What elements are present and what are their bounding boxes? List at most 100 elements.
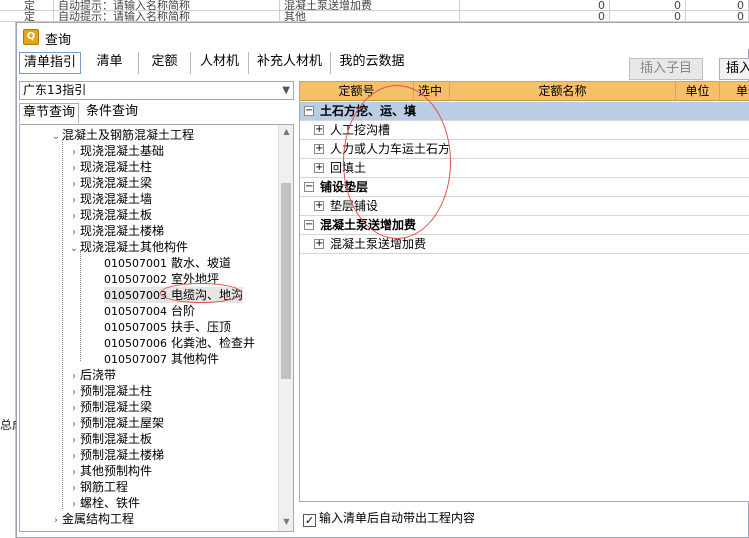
chapter-tree: ⌄ 混凝土及钢筋混凝土工程 › 现浇混凝土基础 › 现浇混凝土柱 › 现浇混凝土梁 › 现… (19, 124, 294, 532)
tree-node[interactable]: › 预制混凝土梁 (68, 399, 152, 415)
query-dialog: Q 查询 清单指引 清单 定额 人材机 补充人材机 我的云数据 插入子目 插入 … (16, 22, 749, 538)
tree-node[interactable]: › 现浇混凝土墙 (68, 191, 152, 207)
tree-leaf[interactable]: 010507006 化粪池、检查井 (104, 335, 255, 351)
scroll-down-icon[interactable]: ▼ (279, 517, 293, 526)
expand-icon[interactable]: + (314, 163, 324, 173)
tree-node[interactable]: › 预制混凝土柱 (68, 383, 152, 399)
col-unit[interactable]: 单位 (676, 82, 720, 101)
chevron-down-icon[interactable]: ▼ (282, 82, 290, 99)
left-subtabs: 章节查询 条件查询 (19, 103, 294, 123)
tree-node[interactable]: › 其他预制构件 (68, 463, 152, 479)
tree-leaf-label: 扶手、压顶 (171, 320, 232, 334)
background-row: 定 自动提示：请输入名称简称 其他 0 0 0 (0, 11, 749, 22)
scrollbar-thumb[interactable] (281, 183, 291, 379)
collapse-icon[interactable]: − (304, 182, 314, 192)
tree-leaf[interactable]: 010507007 其他构件 (104, 351, 219, 367)
row-value-cell: 0 (686, 0, 749, 10)
chevron-down-icon[interactable]: ⌄ (50, 129, 62, 145)
tree-leaf[interactable]: 010507004 台阶 (104, 303, 195, 319)
tree-node[interactable]: › 现浇混凝土基础 (68, 143, 164, 159)
tree-node[interactable]: › 现浇混凝土楼梯 (68, 223, 164, 239)
row-value-cell: 0 (610, 11, 686, 21)
tree-node-label: 预制混凝土屋架 (80, 416, 165, 430)
insert-button[interactable]: 插入 (719, 58, 749, 80)
tree-node-label: 后浇带 (80, 368, 117, 382)
row-value-cell: 0 (460, 11, 610, 21)
tree-node[interactable]: › 现浇混凝土柱 (68, 159, 152, 175)
guide-library-value: 广东13指引 (23, 83, 87, 97)
tree-leaf-label: 其他构件 (171, 352, 220, 366)
tree-leaf-label: 化粪池、检查井 (171, 336, 256, 350)
col-unit-price[interactable]: 单价 (720, 82, 749, 101)
tree-node-label: 现浇混凝土其他构件 (80, 240, 189, 254)
background-left-strip (0, 22, 16, 538)
tree-leaf[interactable]: 010507005 扶手、压顶 (104, 319, 231, 335)
tree-leaf-label: 台阶 (171, 304, 196, 318)
tree-node-label: 现浇混凝土墙 (80, 192, 153, 206)
dialog-titlebar[interactable]: Q 查询 (17, 23, 749, 49)
scroll-up-icon[interactable]: ▲ (279, 127, 293, 136)
row-desc-cell: 混凝土泵送增加费 (280, 0, 460, 10)
chevron-right-icon[interactable]: › (50, 513, 62, 529)
tab-cloud-data[interactable]: 我的云数据 (331, 52, 413, 74)
tree-guide-line (80, 251, 81, 361)
tree-node-label: 现浇混凝土板 (80, 208, 153, 222)
tree-node[interactable]: › 后浇带 (68, 367, 116, 383)
tree-node[interactable]: › 金属结构工程 (50, 511, 134, 527)
tab-supplement[interactable]: 补充人材机 (249, 52, 331, 74)
chevron-down-icon[interactable]: ⌄ (68, 241, 80, 257)
tab-labor-material[interactable]: 人材机 (191, 52, 249, 74)
row-type-cell: 定 (20, 11, 54, 21)
collapse-icon[interactable]: − (304, 220, 314, 230)
tree-node-label: 其他预制构件 (80, 464, 153, 478)
tree-node-label: 钢筋工程 (80, 480, 129, 494)
tree-node[interactable]: › 预制混凝土板 (68, 431, 152, 447)
tab-list-guide[interactable]: 清单指引 (19, 52, 81, 74)
tree-leaf-code: 010507006 (104, 337, 167, 350)
tree-node[interactable]: › 钢筋工程 (68, 479, 128, 495)
tree-node-label: 螺栓、铁件 (80, 496, 141, 510)
tree-node[interactable]: › 现浇混凝土板 (68, 207, 152, 223)
tab-quota[interactable]: 定额 (139, 52, 191, 74)
tree-node-label: 预制混凝土柱 (80, 384, 153, 398)
tree-node-label: 混凝土及钢筋混凝土工程 (62, 128, 195, 142)
expand-icon[interactable]: + (314, 239, 324, 249)
tree-node[interactable]: ⌄ 混凝土及钢筋混凝土工程 (50, 127, 194, 143)
app-icon: Q (23, 29, 39, 45)
annotation-ellipse (160, 283, 242, 303)
tree-node[interactable]: › 预制混凝土楼梯 (68, 447, 164, 463)
dialog-title: 查询 (45, 33, 72, 48)
row-desc-cell: 其他 (280, 11, 460, 21)
col-quota-name[interactable]: 定额名称 (450, 82, 676, 101)
grid-item-row[interactable]: + 混凝土泵送增加费 (300, 235, 749, 254)
tree-leaf[interactable]: 010507001 散水、坡道 (104, 255, 231, 271)
row-name-cell: 自动提示：请输入名称简称 (54, 0, 280, 10)
checkmark-icon[interactable]: ✓ (303, 514, 316, 527)
insert-subitem-button[interactable]: 插入子目 (629, 58, 703, 80)
item-label: 混凝土泵送增加费 (330, 237, 427, 251)
tree-node[interactable]: ⌄ 现浇混凝土其他构件 (68, 239, 188, 255)
expand-icon[interactable]: + (314, 201, 324, 211)
tab-list[interactable]: 清单 (81, 52, 139, 74)
row-value-cell: 0 (460, 0, 610, 10)
guide-library-select[interactable]: 广东13指引 ▼ (19, 81, 294, 100)
tab-condition-query[interactable]: 条件查询 (81, 103, 143, 123)
background-row: 定 自动提示：请输入名称简称 混凝土泵送增加费 0 0 0 (0, 0, 749, 11)
tree-leaf-code: 010507007 (104, 353, 167, 366)
tree-node[interactable]: › 现浇混凝土梁 (68, 175, 152, 191)
tree-node-label: 现浇混凝土梁 (80, 176, 153, 190)
tree-node-label: 预制混凝土梁 (80, 400, 153, 414)
tree-node[interactable]: › 螺栓、铁件 (68, 495, 140, 511)
row-name-cell: 自动提示：请输入名称简称 (54, 11, 280, 21)
tree-guide-line (62, 139, 63, 509)
expand-icon[interactable]: + (314, 144, 324, 154)
tree-node-label: 现浇混凝土楼梯 (80, 224, 165, 238)
tree-leaf-code: 010507005 (104, 321, 167, 334)
collapse-icon[interactable]: − (304, 106, 314, 116)
auto-bring-checkbox[interactable]: ✓ 输入清单后自动带出工程内容 (303, 511, 475, 527)
tab-chapter-query[interactable]: 章节查询 (19, 103, 79, 123)
checkbox-label: 输入清单后自动带出工程内容 (319, 511, 476, 525)
expand-icon[interactable]: + (314, 125, 324, 135)
tree-node[interactable]: › 预制混凝土屋架 (68, 415, 164, 431)
tree-scrollbar[interactable]: ▲ ▼ (278, 125, 293, 531)
